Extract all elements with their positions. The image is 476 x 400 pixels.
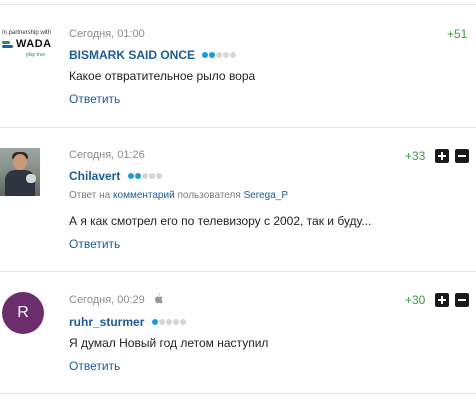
comment-text: Какое отвратительное рыло вора xyxy=(69,69,256,83)
sponsor-word: WADA xyxy=(16,38,52,50)
sponsor-partner-text: In partnership with xyxy=(2,30,52,36)
reply-comment-link[interactable]: комментарий xyxy=(113,190,175,201)
reply-middle: пользователя xyxy=(177,190,241,201)
reply-user-link[interactable]: Serega_P xyxy=(244,190,288,201)
reply-button[interactable]: Ответить xyxy=(69,359,120,373)
reply-button[interactable]: Ответить xyxy=(69,92,120,106)
user-rating-dots xyxy=(127,168,163,182)
author-name[interactable]: BISMARK SAID ONCE xyxy=(69,48,195,62)
comment-author[interactable]: BISMARK SAID ONCE xyxy=(69,47,237,62)
comment-text: Я думал Новый год летом наступил xyxy=(69,336,269,350)
comment-score: +30 xyxy=(405,293,426,307)
wada-mark-icon xyxy=(2,41,14,50)
reply-reference: Ответ на комментарий пользователя Serega… xyxy=(69,190,288,201)
author-name[interactable]: Chilavert xyxy=(69,169,120,183)
divider xyxy=(0,271,476,272)
wada-sponsor-logo: In partnership with WADA play true xyxy=(2,30,52,60)
downvote-button[interactable] xyxy=(455,293,469,307)
comment-score: +33 xyxy=(405,149,426,163)
comment-date-text: Сегодня, 00:29 xyxy=(69,294,145,306)
user-rating-dots xyxy=(151,314,187,328)
apple-icon xyxy=(154,293,163,307)
divider xyxy=(0,4,476,5)
avatar[interactable]: R xyxy=(2,292,44,334)
reply-button[interactable]: Ответить xyxy=(69,237,120,251)
reply-prefix: Ответ на xyxy=(69,190,111,201)
comment-text: А я как смотрел его по телевизору с 2002… xyxy=(69,214,372,228)
comment-author[interactable]: ruhr_sturmer xyxy=(69,314,187,329)
comment-date: Сегодня, 01:26 xyxy=(69,149,145,161)
downvote-button[interactable] xyxy=(455,149,469,163)
comment-date: Сегодня, 00:29 xyxy=(69,293,163,307)
author-name[interactable]: ruhr_sturmer xyxy=(69,315,144,329)
upvote-button[interactable] xyxy=(435,149,449,163)
sponsor-tagline: play true xyxy=(26,52,46,58)
divider xyxy=(0,127,476,128)
comment-date: Сегодня, 01:00 xyxy=(69,28,145,40)
comment-author[interactable]: Chilavert xyxy=(69,168,163,183)
comment-score: +51 xyxy=(447,27,468,41)
avatar[interactable] xyxy=(0,148,40,196)
upvote-button[interactable] xyxy=(435,293,449,307)
divider xyxy=(0,393,476,394)
user-rating-dots xyxy=(202,47,237,61)
